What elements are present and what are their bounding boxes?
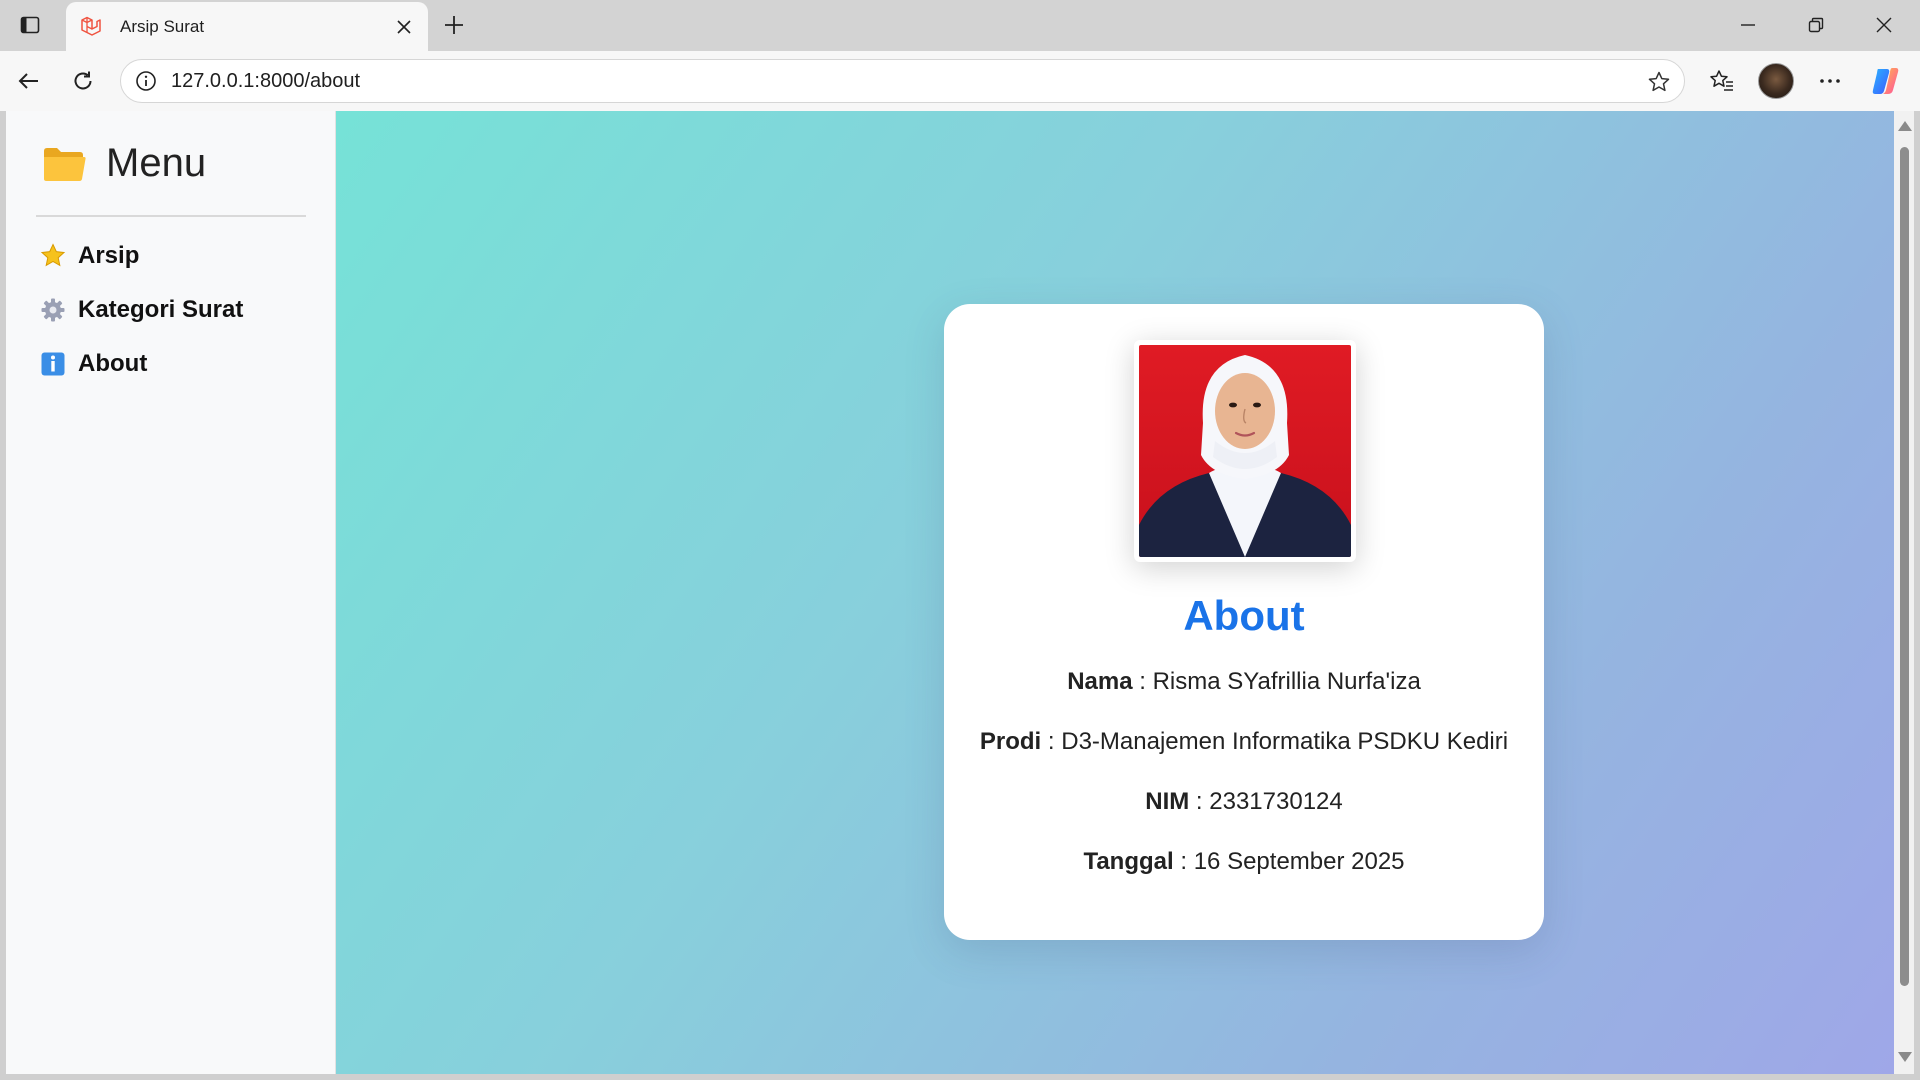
- sidebar-item-about[interactable]: About: [38, 349, 147, 379]
- about-card: About Nama : Risma SYafrillia Nurfa'iza …: [944, 304, 1544, 940]
- info-separator: :: [1041, 728, 1062, 755]
- info-value: D3-Manajemen Informatika PSDKU Kediri: [1061, 728, 1509, 755]
- profile-photo-frame: [1134, 340, 1356, 562]
- minimize-icon: [1741, 24, 1755, 26]
- profile-photo: [1139, 345, 1351, 557]
- browser-tab-active[interactable]: Arsip Surat: [66, 2, 428, 51]
- restore-button[interactable]: [1782, 0, 1850, 50]
- sidebar-item-label: About: [78, 350, 148, 377]
- info-label: Tanggal: [1083, 848, 1174, 875]
- window-close-icon: [1876, 17, 1892, 33]
- refresh-icon: [74, 71, 92, 90]
- browser-toolbar: 127.0.0.1:8000/about: [0, 51, 1920, 111]
- copilot-icon: [1872, 68, 1899, 94]
- info-value: 2331730124: [1209, 788, 1343, 815]
- minimize-button[interactable]: [1714, 0, 1782, 50]
- info-row-nama: Nama : Risma SYafrillia Nurfa'iza: [944, 668, 1544, 696]
- more-icon: [1820, 79, 1840, 83]
- sidebar-item-label: Arsip: [78, 242, 140, 269]
- info-separator: :: [1173, 848, 1194, 875]
- folder-icon: [44, 147, 86, 181]
- copilot-button[interactable]: [1866, 62, 1904, 100]
- card-title: About: [1183, 592, 1305, 639]
- info-separator: :: [1132, 668, 1153, 695]
- star-icon: [1648, 71, 1670, 92]
- profile-button[interactable]: [1757, 62, 1795, 100]
- restore-icon: [1808, 17, 1824, 33]
- info-icon: [38, 349, 68, 379]
- sidebar-item-arsip[interactable]: Arsip: [38, 241, 139, 271]
- sidebar-item-kategori-surat[interactable]: Kategori Surat: [38, 295, 243, 325]
- favorites-icon: [1710, 70, 1733, 91]
- info-value: Risma SYafrillia Nurfa'iza: [1152, 668, 1421, 695]
- tab-actions-button[interactable]: [14, 10, 46, 40]
- plus-icon: [445, 16, 463, 34]
- new-tab-button[interactable]: [436, 8, 472, 42]
- refresh-button[interactable]: [64, 62, 102, 100]
- url-text[interactable]: 127.0.0.1:8000/about: [171, 70, 360, 93]
- add-favorite-button[interactable]: [1644, 67, 1674, 97]
- scroll-down-arrow-icon[interactable]: [1898, 1052, 1912, 1062]
- sidebar: Menu Arsip Kategori Surat About: [6, 111, 336, 1074]
- info-label: Nama: [1067, 668, 1133, 695]
- menu-header: Menu: [42, 141, 206, 186]
- gear-icon: [38, 295, 68, 325]
- vertical-scrollbar[interactable]: [1894, 111, 1914, 1074]
- page-viewport: Menu Arsip Kategori Surat About About Na…: [6, 111, 1894, 1074]
- avatar: [1758, 63, 1794, 99]
- back-button[interactable]: [10, 62, 48, 100]
- close-icon: [397, 20, 411, 34]
- star-icon: [38, 241, 68, 271]
- more-button[interactable]: [1811, 62, 1849, 100]
- scrollbar-thumb[interactable]: [1900, 147, 1909, 986]
- info-separator: :: [1189, 788, 1210, 815]
- window-close-button[interactable]: [1850, 0, 1918, 50]
- main-content: About Nama : Risma SYafrillia Nurfa'iza …: [336, 111, 1894, 1074]
- title-bar: Arsip Surat: [0, 0, 1920, 51]
- scroll-up-arrow-icon[interactable]: [1898, 121, 1912, 131]
- favorites-button[interactable]: [1703, 62, 1741, 100]
- sidebar-item-label: Kategori Surat: [78, 296, 244, 323]
- tab-close-button[interactable]: [390, 13, 418, 41]
- menu-divider: [36, 215, 306, 217]
- info-row-tanggal: Tanggal : 16 September 2025: [944, 848, 1544, 876]
- info-icon[interactable]: [133, 68, 159, 94]
- back-arrow-icon: [18, 73, 38, 89]
- info-row-nim: NIM : 2331730124: [944, 788, 1544, 816]
- info-label: Prodi: [979, 728, 1042, 755]
- tab-actions-icon: [20, 16, 40, 34]
- info-label: NIM: [1145, 788, 1190, 815]
- info-row-prodi: Prodi : D3-Manajemen Informatika PSDKU K…: [944, 728, 1544, 756]
- tab-title: Arsip Surat: [120, 16, 205, 36]
- info-value: 16 September 2025: [1193, 848, 1405, 875]
- address-bar[interactable]: 127.0.0.1:8000/about: [120, 59, 1685, 103]
- menu-title: Menu: [106, 141, 207, 185]
- laravel-logo-icon: [78, 14, 104, 40]
